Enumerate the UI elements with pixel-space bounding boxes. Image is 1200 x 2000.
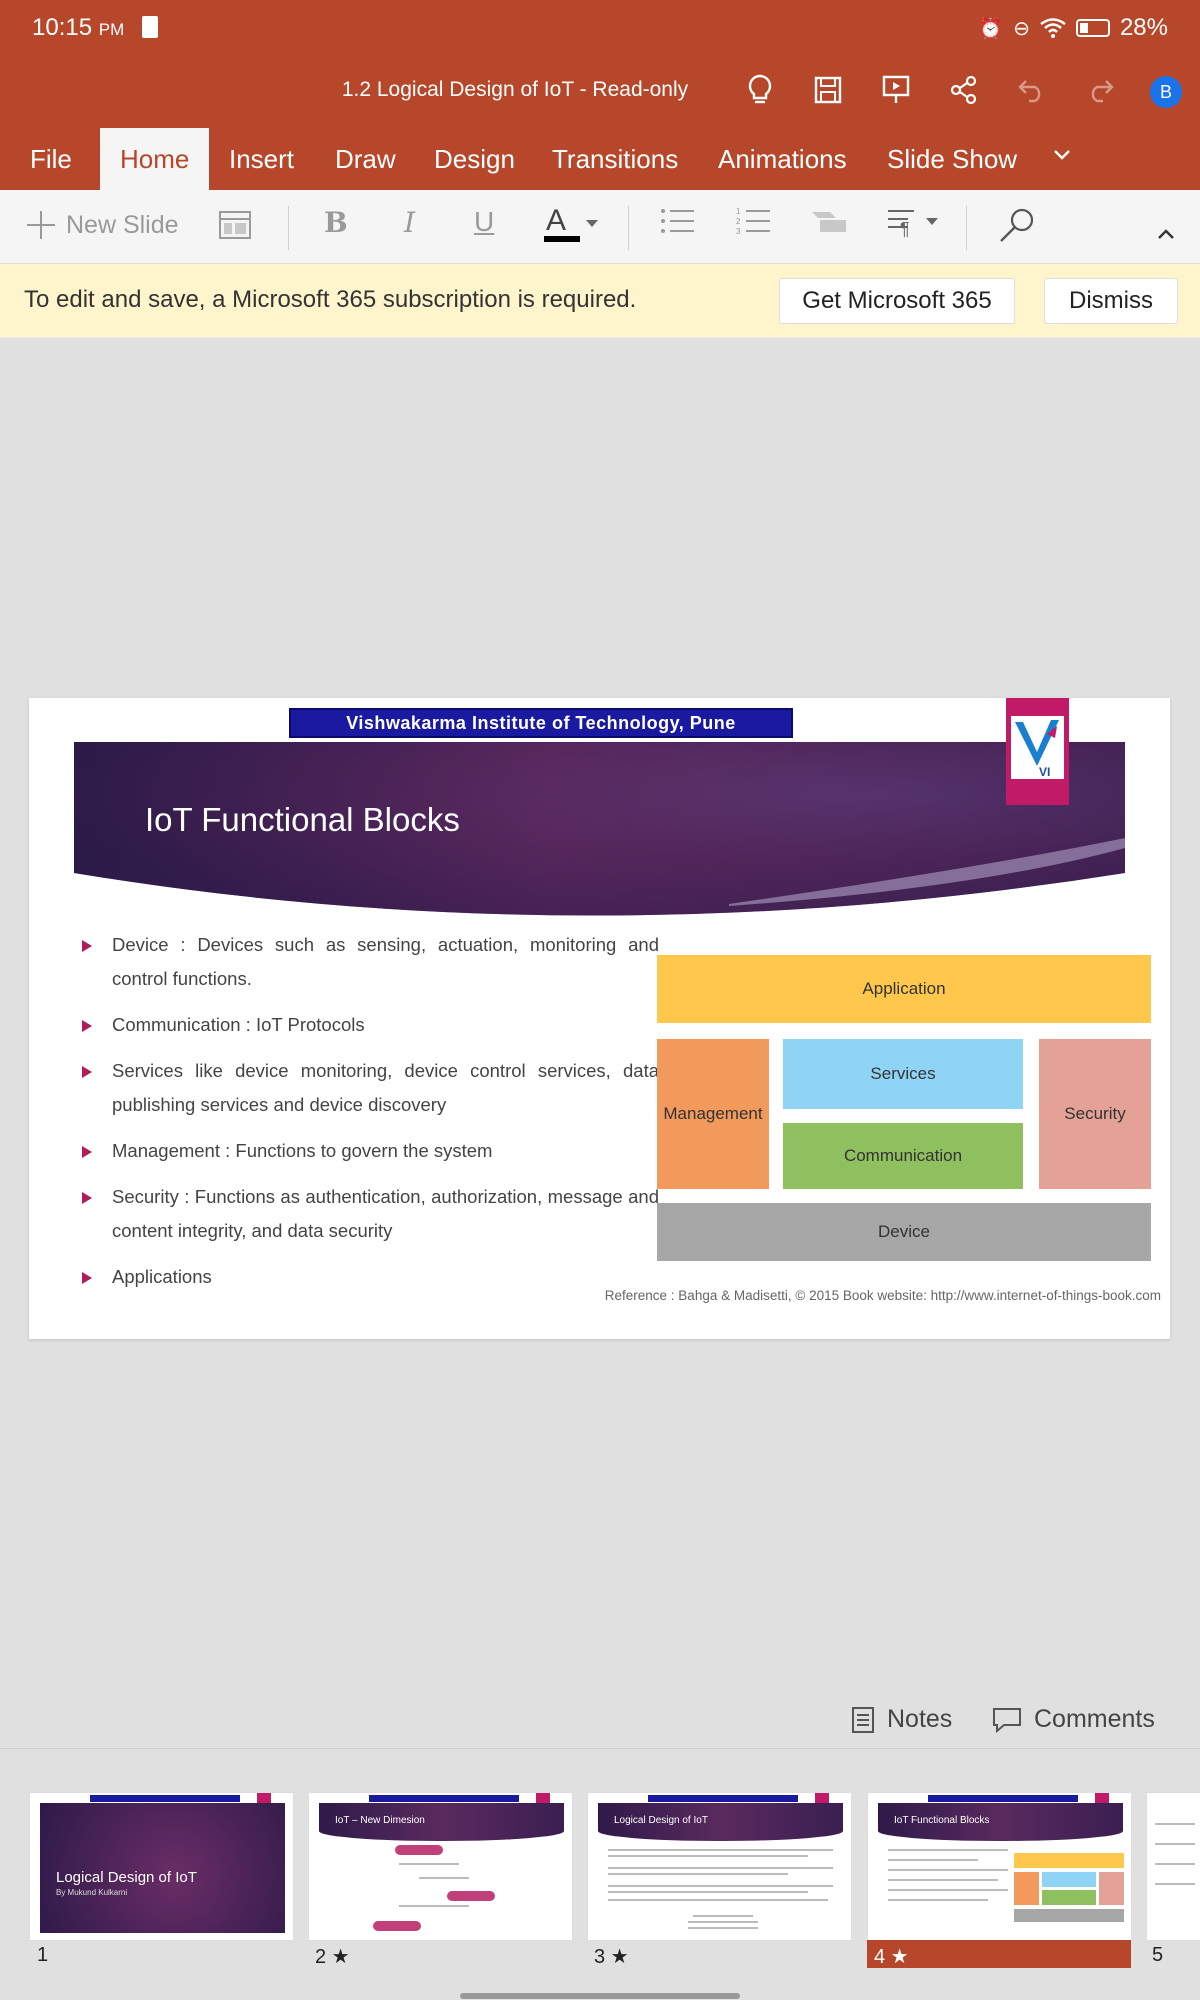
tab-insert[interactable]: Insert <box>229 128 294 190</box>
thumbnail-3-number: 3 ★ <box>594 1946 629 1968</box>
bullet-list: Device : Devices such as sensing, actuat… <box>74 928 659 1306</box>
italic-icon[interactable]: I <box>404 206 415 239</box>
tab-design[interactable]: Design <box>434 128 515 190</box>
home-indicator[interactable] <box>460 1993 740 1999</box>
undo-icon[interactable] <box>1012 72 1052 108</box>
plus-icon <box>27 211 55 239</box>
block-services: Services <box>783 1039 1023 1109</box>
bullet-management: Management : Functions to govern the sys… <box>74 1134 659 1168</box>
bullet-communication: Communication : IoT Protocols <box>74 1008 659 1042</box>
ribbon-tabs: File Home Insert Draw Design Transitions… <box>0 128 1200 190</box>
status-icons: ⏰ ⊖ 28% <box>978 14 1168 42</box>
sd-card-icon <box>142 16 158 38</box>
thumbnail-1-title: Logical Design of IoT <box>56 1869 197 1886</box>
thumbnail-4-number: 4 ★ <box>874 1946 909 1968</box>
indent-icon[interactable] <box>810 206 848 243</box>
get-microsoft-365-button[interactable]: Get Microsoft 365 <box>779 278 1015 324</box>
svg-text:1: 1 <box>736 207 741 216</box>
numbered-list-icon[interactable]: 123 <box>736 206 772 243</box>
slide-canvas[interactable]: Vishwakarma Institute of Technology, Pun… <box>29 698 1170 1339</box>
paragraph-icon[interactable]: ¶ <box>886 206 942 245</box>
slide-thumbnail-2[interactable]: IoT – New Dimesion <box>308 1792 573 1941</box>
new-slide-label: New Slide <box>66 210 179 239</box>
slide-thumbnail-4[interactable]: IoT Functional Blocks <box>867 1792 1132 1941</box>
present-icon[interactable] <box>876 72 916 108</box>
tab-draw[interactable]: Draw <box>335 128 396 190</box>
svg-text:A: A <box>546 204 566 237</box>
comments-label: Comments <box>1034 1705 1155 1733</box>
status-clock: 10:15 <box>32 14 93 41</box>
notes-button[interactable]: Notes <box>851 1705 952 1734</box>
battery-percent: 28% <box>1119 14 1168 41</box>
status-ampm: PM <box>98 20 125 39</box>
bullet-services: Services like device monitoring, device … <box>74 1054 659 1122</box>
tab-transitions[interactable]: Transitions <box>552 128 678 190</box>
title-bar: 10:15 PM ⏰ ⊖ 28% 1.2 Logical Design of I… <box>0 0 1200 128</box>
block-security: Security <box>1039 1039 1151 1189</box>
slide-thumbnail-1[interactable]: Logical Design of IoT By Mukund Kulkarni <box>29 1792 294 1941</box>
thumbnail-2-number: 2 ★ <box>315 1946 350 1968</box>
institute-logo: VI <box>1006 698 1069 805</box>
bullet-applications: Applications <box>74 1260 659 1294</box>
svg-text:3: 3 <box>736 227 741 236</box>
block-management: Management <box>657 1039 769 1189</box>
wifi-icon <box>1040 18 1066 38</box>
thumbnail-5-number: 5 <box>1152 1944 1164 1966</box>
collapse-ribbon-chevron-icon[interactable] <box>1156 216 1176 248</box>
comment-icon <box>993 1707 1021 1733</box>
more-tabs-chevron-icon[interactable] <box>1050 142 1074 173</box>
tab-animations[interactable]: Animations <box>718 128 847 190</box>
svg-text:VI: VI <box>1039 765 1050 779</box>
reference-text: Reference : Bahga & Madisetti, © 2015 Bo… <box>604 1288 1161 1303</box>
block-device: Device <box>657 1203 1151 1261</box>
redo-icon[interactable] <box>1080 72 1120 108</box>
slide-thumbnail-3[interactable]: Logical Design of IoT <box>587 1792 852 1941</box>
do-not-disturb-icon: ⊖ <box>1013 17 1030 40</box>
slide-title: IoT Functional Blocks <box>145 801 460 838</box>
account-avatar[interactable]: B <box>1150 76 1182 108</box>
block-communication: Communication <box>783 1123 1023 1189</box>
svg-text:2: 2 <box>736 217 741 226</box>
bullet-list-icon[interactable] <box>660 206 696 243</box>
bullet-security: Security : Functions as authentication, … <box>74 1180 659 1248</box>
dismiss-button[interactable]: Dismiss <box>1044 278 1178 324</box>
lightbulb-icon[interactable] <box>740 72 780 108</box>
notes-icon <box>852 1706 874 1733</box>
thumbnail-1-subtitle: By Mukund Kulkarni <box>56 1888 128 1897</box>
thumbnail-2-title: IoT – New Dimesion <box>335 1815 425 1826</box>
subscription-notice: To edit and save, a Microsoft 365 subscr… <box>0 264 1200 338</box>
tab-slide-show[interactable]: Slide Show <box>887 128 1017 190</box>
notes-label: Notes <box>887 1705 953 1733</box>
share-icon[interactable] <box>944 72 984 108</box>
new-slide-button[interactable]: New Slide <box>24 208 179 242</box>
document-title: 1.2 Logical Design of IoT - Read-only <box>341 78 689 101</box>
alarm-icon: ⏰ <box>978 17 1004 40</box>
tab-home[interactable]: Home <box>100 128 210 190</box>
tab-file[interactable]: File <box>30 128 72 190</box>
layout-icon[interactable] <box>218 210 252 247</box>
bullet-device: Device : Devices such as sensing, actuat… <box>74 928 659 996</box>
bold-icon[interactable]: B <box>324 206 348 239</box>
title-actions <box>740 72 1120 108</box>
svg-text:¶: ¶ <box>900 219 910 238</box>
battery-icon <box>1075 19 1110 37</box>
thumbnail-divider <box>0 1748 1200 1749</box>
thumbnail-4-title: IoT Functional Blocks <box>894 1815 990 1826</box>
search-icon[interactable] <box>998 206 1036 251</box>
home-toolbar: New Slide B I U A 123 ¶ <box>0 190 1200 264</box>
notice-text: To edit and save, a Microsoft 365 subscr… <box>24 286 637 313</box>
institute-banner: Vishwakarma Institute of Technology, Pun… <box>289 708 793 738</box>
block-application: Application <box>657 955 1151 1023</box>
thumbnail-1-number: 1 <box>37 1944 49 1966</box>
save-icon[interactable] <box>808 72 848 108</box>
slide-thumbnail-5[interactable] <box>1146 1792 1200 1941</box>
underline-icon[interactable]: U <box>474 206 494 238</box>
font-color-icon[interactable]: A <box>544 200 604 253</box>
thumbnail-3-title: Logical Design of IoT <box>614 1815 708 1826</box>
status-time: 10:15 PM <box>32 14 124 42</box>
comments-button[interactable]: Comments <box>992 1705 1155 1734</box>
